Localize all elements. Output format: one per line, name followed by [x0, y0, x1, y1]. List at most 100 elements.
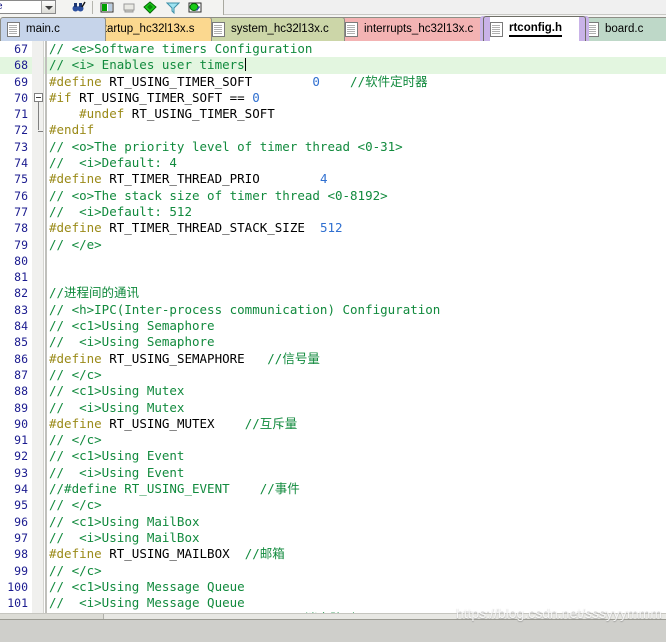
file-tab-rtconfig-h[interactable]: rtconfig.h — [483, 16, 586, 41]
code-text[interactable]: #if RT_USING_TIMER_SOFT == 0 — [49, 90, 260, 106]
horizontal-scrollbar[interactable] — [0, 619, 666, 642]
code-text[interactable]: // </c> — [49, 432, 102, 448]
code-text[interactable]: // <o>The priority level of timer thread… — [49, 139, 403, 155]
file-tab-system-hc32l13x-c[interactable]: system_hc32l13x.c — [205, 17, 345, 41]
code-line[interactable]: 82 //进程间的通讯 — [0, 285, 666, 301]
code-line[interactable]: 91 // </c> — [0, 432, 666, 448]
code-line[interactable]: 73 // <o>The priority level of timer thre… — [0, 139, 666, 155]
code-line[interactable]: 79 // </e> — [0, 237, 666, 253]
code-line[interactable]: 67 // <e>Software timers Configuration — [0, 41, 666, 57]
code-text[interactable]: // <c1>Using Event — [49, 448, 184, 464]
code-lines[interactable]: 67 // <e>Software timers Configuration 68 /… — [0, 41, 666, 619]
code-text[interactable]: #define RT_USING_MUTEX //互斥量 — [49, 416, 297, 432]
code-text[interactable]: #define RT_USING_TIMER_SOFT 0 //软件定时器 — [49, 74, 428, 90]
code-text[interactable]: // <i>Default: 512 — [49, 204, 192, 220]
code-line[interactable]: 85 // <i>Using Semaphore — [0, 334, 666, 350]
code-text[interactable]: // <e>Software timers Configuration — [49, 41, 312, 57]
code-line[interactable]: 87 // </c> — [0, 367, 666, 383]
code-text[interactable]: #define RT_USING_SEMAPHORE //信号量 — [49, 351, 320, 367]
token-cm: // </c> — [49, 562, 102, 578]
code-text[interactable]: // <c1>Using Mutex — [49, 383, 184, 399]
code-text[interactable]: #undef RT_USING_TIMER_SOFT — [49, 106, 275, 122]
code-text[interactable]: // <i>Default: 4 — [49, 155, 177, 171]
code-text[interactable]: // <i>Using MailBox — [49, 530, 200, 546]
code-line[interactable]: 72 #endif — [0, 122, 666, 138]
code-editor[interactable]: 67 // <e>Software timers Configuration 68 /… — [0, 41, 666, 619]
code-line[interactable]: 100 // <c1>Using Message Queue — [0, 579, 666, 595]
code-text[interactable]: // </c> — [49, 497, 102, 513]
code-line[interactable]: 80 — [0, 253, 666, 269]
bookmark-toggle-icon[interactable] — [100, 1, 114, 14]
chevron-down-icon[interactable] — [41, 1, 55, 13]
token-cm: // </c> — [49, 432, 102, 448]
line-number: 91 — [14, 433, 28, 448]
bookmark-prev-icon[interactable] — [165, 1, 181, 15]
code-text[interactable]: #define RT_USING_MAILBOX //邮箱 — [49, 546, 285, 562]
code-line[interactable]: 74 // <i>Default: 4 — [0, 155, 666, 171]
code-line[interactable]: 101 // <i>Using Message Queue — [0, 595, 666, 611]
token-cm: // <o>The priority level of timer thread… — [49, 138, 403, 154]
file-tab-main-c[interactable]: main.c — [0, 17, 106, 41]
code-line[interactable]: 86 #define RT_USING_SEMAPHORE //信号量 — [0, 351, 666, 367]
file-tab-board-c[interactable]: board.c — [579, 17, 666, 41]
bookmark-next-icon[interactable] — [143, 1, 157, 14]
line-number: 90 — [14, 416, 28, 431]
code-line[interactable]: 88 // <c1>Using Mutex — [0, 383, 666, 399]
code-text[interactable]: //#define RT_USING_EVENT //事件 — [49, 481, 300, 497]
code-text[interactable]: // <i>Using Event — [49, 465, 184, 481]
code-line[interactable]: 92 // <c1>Using Event — [0, 448, 666, 464]
token-pp: #if — [49, 89, 72, 105]
token-cm: // </c> — [49, 366, 102, 382]
code-text[interactable]: #endif — [49, 122, 94, 138]
code-line[interactable]: 94 //#define RT_USING_EVENT //事件 — [0, 481, 666, 497]
code-line[interactable]: 89 // <i>Using Mutex — [0, 400, 666, 416]
code-line[interactable]: 69 #define RT_USING_TIMER_SOFT 0 //软件定时器 — [0, 74, 666, 90]
code-text[interactable]: // </c> — [49, 367, 102, 383]
code-text[interactable]: // </c> — [49, 563, 102, 579]
code-line[interactable]: 90 #define RT_USING_MUTEX //互斥量 — [0, 416, 666, 432]
code-line[interactable]: 70 #if RT_USING_TIMER_SOFT == 0 — [0, 90, 666, 106]
code-text[interactable]: // <i> Enables user timers — [49, 57, 246, 73]
fold-collapse-icon[interactable] — [34, 92, 43, 102]
token-cm: //信号量 — [267, 350, 320, 366]
code-text[interactable]: #define RT_TIMER_THREAD_PRIO 4 — [49, 171, 327, 187]
code-text[interactable]: // <i>Using Mutex — [49, 400, 184, 416]
code-text[interactable]: #define RT_TIMER_THREAD_STACK_SIZE 512 — [49, 220, 343, 236]
code-line[interactable]: 93 // <i>Using Event — [0, 465, 666, 481]
token-cm: //#define RT_USING_EVENT //事件 — [49, 481, 300, 497]
file-icon — [7, 22, 20, 37]
code-text[interactable]: // <c1>Using Semaphore — [49, 318, 215, 334]
code-line[interactable]: 68 // <i> Enables user timers — [0, 57, 666, 74]
code-line[interactable]: 76 // <o>The stack size of timer thread <… — [0, 188, 666, 204]
code-line[interactable]: 78 #define RT_TIMER_THREAD_STACK_SIZE 512 — [0, 220, 666, 236]
token-cm: // <i>Using Semaphore — [49, 334, 215, 350]
code-text[interactable]: // <c1>Using Message Queue — [49, 579, 245, 595]
code-line[interactable]: 71 #undef RT_USING_TIMER_SOFT — [0, 106, 666, 122]
code-line[interactable]: 83 // <h>IPC(Inter-process communication)… — [0, 302, 666, 318]
code-line[interactable]: 97 // <i>Using MailBox — [0, 530, 666, 546]
code-line[interactable]: 96 // <c1>Using MailBox — [0, 514, 666, 530]
code-text[interactable]: // <h>IPC(Inter-process communication) C… — [49, 302, 440, 318]
code-line[interactable]: 77 // <i>Default: 512 — [0, 204, 666, 220]
code-text[interactable]: // <i>Using Semaphore — [49, 334, 215, 350]
binocular-icon[interactable] — [72, 1, 86, 14]
file-tab-bar[interactable]: main.c startup_hc32l13x.s system_hc32l13x.… — [0, 15, 666, 41]
code-line[interactable]: 75 #define RT_TIMER_THREAD_PRIO 4 — [0, 171, 666, 187]
line-number: 87 — [14, 367, 28, 382]
code-line[interactable]: 81 — [0, 269, 666, 285]
code-line[interactable]: 95 // </c> — [0, 497, 666, 513]
bookmark-all-icon[interactable] — [188, 1, 202, 14]
code-text[interactable]: // </e> — [49, 237, 102, 253]
code-text[interactable]: //进程间的通讯 — [49, 285, 139, 301]
code-text[interactable]: // <o>The stack size of timer thread <0-… — [49, 188, 388, 204]
file-tab-interrupts-hc32l13x-c[interactable]: interrupts_hc32l13x.c — [338, 17, 490, 41]
code-line[interactable]: 84 // <c1>Using Semaphore — [0, 318, 666, 334]
code-text[interactable]: // <c1>Using MailBox — [49, 514, 200, 530]
code-text[interactable]: // <i>Using Message Queue — [49, 595, 245, 611]
bookmark-clear-icon[interactable] — [122, 1, 136, 14]
file-tab-label: board.c — [605, 23, 644, 35]
find-combo-box[interactable]: e — [0, 0, 56, 14]
code-line[interactable]: 98 #define RT_USING_MAILBOX //邮箱 — [0, 546, 666, 562]
line-number: 86 — [14, 351, 28, 366]
code-line[interactable]: 99 // </c> — [0, 563, 666, 579]
